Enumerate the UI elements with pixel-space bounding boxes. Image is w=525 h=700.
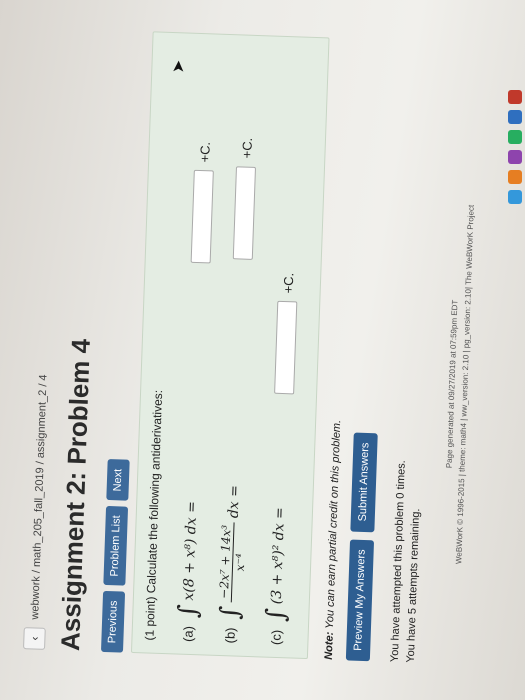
problem-box: (1 point) Calculate the following antide… — [130, 31, 330, 660]
numerator: −2x⁷ + 14x³ — [216, 521, 235, 602]
note-label: Note: — [322, 631, 336, 661]
page-footer: Page generated at 09/27/2019 at 07:59pm … — [435, 74, 483, 695]
answer-input-a[interactable] — [190, 170, 214, 264]
problem-part-a: (a) ∫ x(8 + x⁸) dx = +C. — [172, 141, 219, 642]
answer-input-c[interactable] — [274, 301, 298, 395]
app-icon-lightblue[interactable] — [508, 190, 522, 204]
integrand: (3 + x⁸)² dx = — [268, 506, 289, 605]
submit-answers-button[interactable]: Submit Answers — [350, 432, 378, 532]
part-label: (c) — [267, 629, 284, 646]
problem-list-button[interactable]: Problem List — [103, 506, 129, 586]
preview-answers-button[interactable]: Preview My Answers — [345, 538, 375, 662]
chevron-left-icon: ‹ — [27, 636, 42, 641]
app-icon-green[interactable] — [508, 130, 522, 144]
app-icon-blue[interactable] — [508, 110, 522, 124]
previous-button[interactable]: Previous — [100, 591, 126, 653]
answer-actions: Preview My Answers Submit Answers — [345, 432, 378, 662]
back-button[interactable]: ‹ — [23, 627, 46, 650]
problem-part-c: (c) ∫ (3 + x⁸)² dx = +C. — [260, 272, 303, 645]
integral-expression: ∫ x(8 + x⁸) dx = — [173, 501, 207, 619]
plus-c: +C. — [238, 137, 255, 159]
part-label: (b) — [221, 627, 238, 644]
breadcrumb-text: webwork / math_205_fall_2019 / assignmen… — [29, 374, 50, 620]
integral-icon: ∫ — [215, 605, 246, 620]
fraction: −2x⁷ + 14x³ x⁻⁴ — [216, 521, 248, 603]
next-button[interactable]: Next — [106, 459, 130, 501]
integral-icon: ∫ — [261, 607, 292, 623]
problem-nav: Previous Problem List Next — [100, 459, 130, 653]
problem-intro: (1 point) Calculate the following antide… — [142, 389, 166, 641]
app-icon-orange[interactable] — [508, 170, 522, 184]
app-icon-purple[interactable] — [508, 150, 522, 164]
integral-icon: ∫ — [173, 603, 204, 619]
note-text: You can earn partial credit on this prob… — [323, 419, 344, 632]
plus-c: +C. — [196, 141, 213, 163]
breadcrumb: ‹ webwork / math_205_fall_2019 / assignm… — [23, 374, 55, 650]
attempts-info: You have attempted this problem 0 times.… — [387, 460, 426, 663]
app-icon-red[interactable] — [508, 90, 522, 104]
plus-c: +C. — [280, 272, 296, 294]
denominator: x⁻⁴ — [232, 553, 247, 572]
page-title: Assignment 2: Problem 4 — [55, 338, 96, 652]
dock-edge — [505, 90, 525, 290]
partial-credit-note: Note: You can earn partial credit on thi… — [323, 420, 343, 660]
answer-input-b[interactable] — [232, 165, 257, 260]
problem-part-b: (b) ∫ −2x⁷ + 14x³ x⁻⁴ dx = +C. — [214, 137, 262, 644]
webwork-page: ‹ webwork / math_205_fall_2019 / assignm… — [0, 0, 514, 695]
integral-expression: ∫ −2x⁷ + 14x³ x⁻⁴ dx = — [215, 485, 250, 620]
integrand-tail: dx = — [225, 484, 243, 519]
mouse-cursor-icon: ➤ — [170, 59, 188, 74]
part-label: (a) — [179, 625, 196, 643]
integral-expression: ∫ (3 + x⁸)² dx = — [261, 506, 295, 623]
integrand: x(8 + x⁸) dx = — [180, 500, 201, 601]
